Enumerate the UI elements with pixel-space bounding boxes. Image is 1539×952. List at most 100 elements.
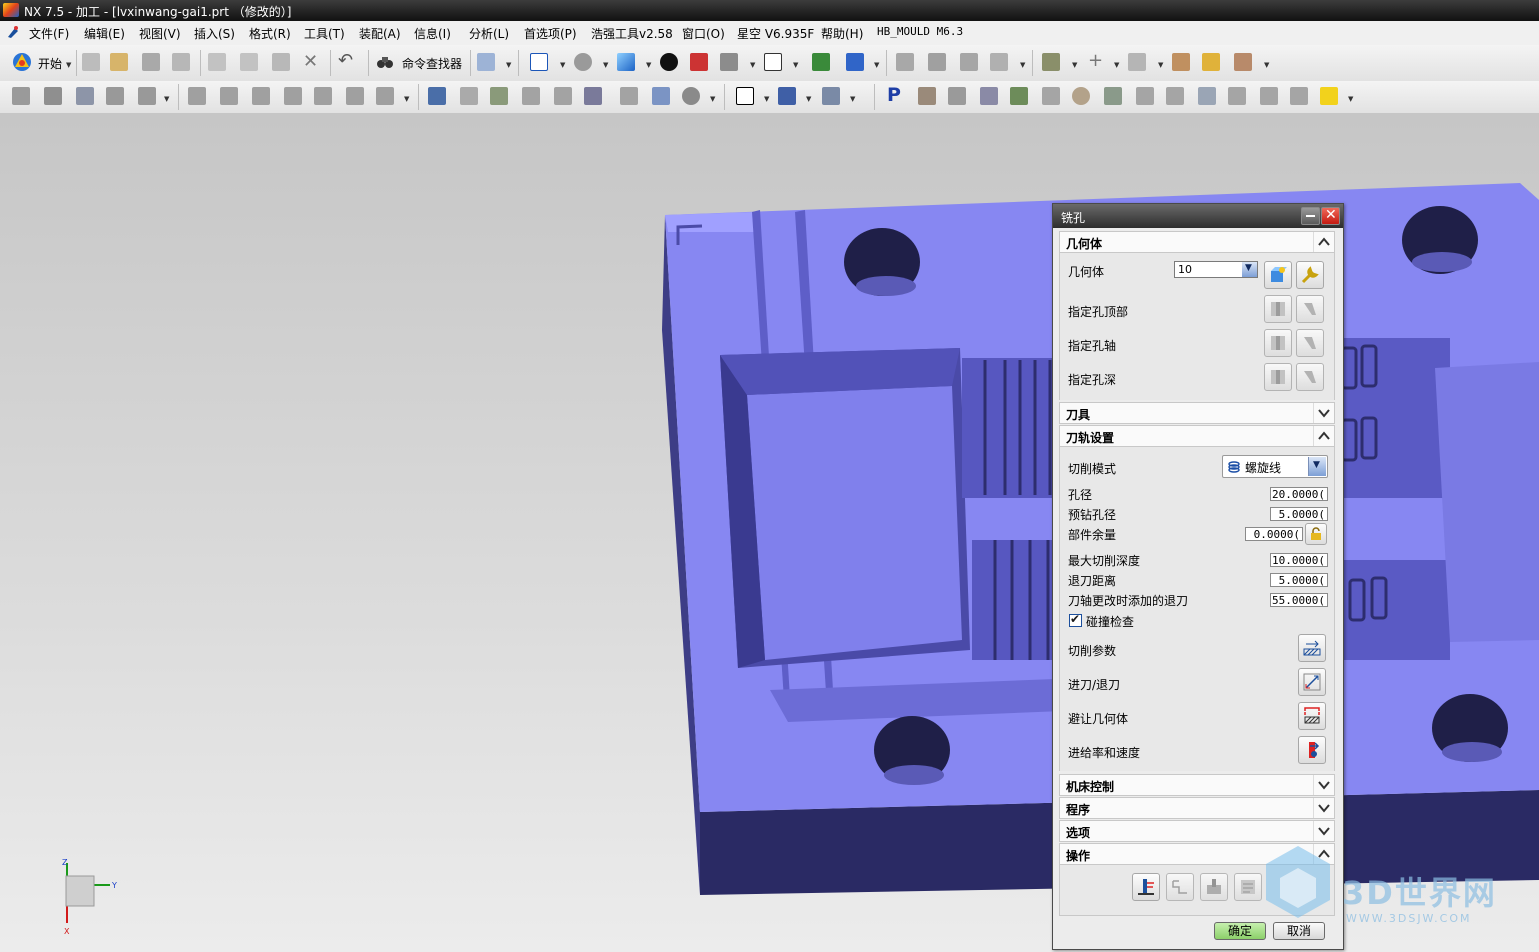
specify-hole-depth-button[interactable] bbox=[1264, 363, 1292, 391]
select-icon[interactable] bbox=[822, 87, 840, 105]
display-hole-axis-button[interactable] bbox=[1296, 329, 1324, 357]
specify-hole-axis-button[interactable] bbox=[1264, 329, 1292, 357]
geometry-select[interactable]: 10 ▼ bbox=[1174, 261, 1258, 278]
dropdown-icon[interactable]: ▼ bbox=[710, 95, 715, 103]
max-cut-depth-input[interactable]: 10.0000( bbox=[1270, 553, 1328, 567]
tool-icon[interactable] bbox=[1042, 53, 1060, 71]
avoid-geometry-button[interactable] bbox=[1298, 702, 1326, 730]
cut-icon[interactable] bbox=[208, 53, 226, 71]
expand-icon[interactable] bbox=[1313, 775, 1334, 795]
info-icon[interactable] bbox=[477, 53, 495, 71]
tool-icon[interactable] bbox=[960, 53, 978, 71]
post-nc-icon[interactable]: P bbox=[887, 84, 901, 106]
chevron-down-icon[interactable]: ▼ bbox=[1308, 457, 1326, 476]
tool-icon[interactable] bbox=[1010, 87, 1028, 105]
display-hole-top-button[interactable] bbox=[1296, 295, 1324, 323]
render-style-icon[interactable] bbox=[574, 53, 592, 71]
section-machine-header[interactable]: 机床控制 bbox=[1059, 774, 1335, 796]
operation-icon[interactable] bbox=[220, 87, 238, 105]
menu-hb-mould[interactable]: HB_MOULD M6.3 bbox=[877, 25, 963, 38]
retract-distance-input[interactable]: 5.0000( bbox=[1270, 573, 1328, 587]
operation-icon[interactable] bbox=[188, 87, 206, 105]
dropdown-icon[interactable]: ▼ bbox=[1020, 61, 1025, 69]
start-icon[interactable] bbox=[11, 51, 33, 73]
display-mode-icon[interactable] bbox=[660, 53, 678, 71]
tool-icon[interactable] bbox=[1320, 87, 1338, 105]
generate-path-icon[interactable] bbox=[428, 87, 446, 105]
dropdown-icon[interactable]: ▼ bbox=[560, 61, 565, 69]
edit-geometry-button[interactable] bbox=[1296, 261, 1324, 289]
ok-button[interactable]: 确定 bbox=[1214, 922, 1266, 940]
tool-icon[interactable] bbox=[1202, 53, 1220, 71]
copy-icon[interactable] bbox=[240, 53, 258, 71]
generate-button[interactable] bbox=[1132, 873, 1160, 901]
menu-tools[interactable]: 工具(T) bbox=[304, 25, 345, 42]
feeds-speeds-button[interactable] bbox=[1298, 736, 1326, 764]
collapse-icon[interactable] bbox=[1313, 232, 1334, 252]
tool-icon[interactable] bbox=[1228, 87, 1246, 105]
tool-icon[interactable] bbox=[948, 87, 966, 105]
dropdown-icon[interactable]: ▼ bbox=[850, 95, 855, 103]
menu-insert[interactable]: 插入(S) bbox=[194, 25, 235, 42]
menu-analysis[interactable]: 分析(L) bbox=[469, 25, 509, 42]
tool-icon[interactable] bbox=[1042, 87, 1060, 105]
tool-icon[interactable] bbox=[980, 87, 998, 105]
simulate-icon[interactable] bbox=[522, 87, 540, 105]
section-tool-header[interactable]: 刀具 bbox=[1059, 402, 1335, 424]
start-dropdown-icon[interactable]: ▼ bbox=[66, 61, 71, 69]
point-icon[interactable]: + bbox=[1088, 50, 1103, 71]
undo-icon[interactable]: ↶ bbox=[338, 50, 353, 71]
tool-icon[interactable] bbox=[1136, 87, 1154, 105]
tool-icon[interactable] bbox=[1166, 87, 1184, 105]
menu-window[interactable]: 窗口(O) bbox=[682, 25, 725, 42]
start-menu-button[interactable]: 开始 bbox=[38, 55, 62, 72]
tool-icon[interactable] bbox=[1172, 53, 1190, 71]
dropdown-icon[interactable]: ▼ bbox=[874, 61, 879, 69]
axis-change-retract-input[interactable]: 55.0000( bbox=[1270, 593, 1328, 607]
operation-icon[interactable] bbox=[682, 87, 700, 105]
select-icon[interactable] bbox=[778, 87, 796, 105]
dropdown-icon[interactable]: ▼ bbox=[1264, 61, 1269, 69]
open-folder-icon[interactable] bbox=[110, 53, 128, 71]
operation-icon[interactable] bbox=[314, 87, 332, 105]
tool-icon[interactable] bbox=[896, 53, 914, 71]
hide-icon[interactable] bbox=[720, 53, 738, 71]
measure-icon[interactable] bbox=[1128, 53, 1146, 71]
shaded-cube-icon[interactable] bbox=[617, 53, 635, 71]
specify-hole-top-button[interactable] bbox=[1264, 295, 1292, 323]
new-geometry-button[interactable] bbox=[1264, 261, 1292, 289]
section-view-icon[interactable] bbox=[690, 53, 708, 71]
replay-icon[interactable] bbox=[460, 87, 478, 105]
chevron-down-icon[interactable]: ▼ bbox=[1242, 262, 1257, 277]
engage-retract-button[interactable] bbox=[1298, 668, 1326, 696]
dialog-title-bar[interactable]: 铣孔 ✕ bbox=[1053, 204, 1343, 228]
tool-icon[interactable] bbox=[1072, 87, 1090, 105]
dropdown-icon[interactable]: ▼ bbox=[506, 61, 511, 69]
cancel-button[interactable]: 取消 bbox=[1273, 922, 1325, 940]
collapse-icon[interactable] bbox=[1313, 426, 1334, 446]
dropdown-icon[interactable]: ▼ bbox=[793, 61, 798, 69]
hole-diameter-input[interactable]: 20.0000( bbox=[1270, 487, 1328, 501]
predrill-diameter-input[interactable]: 5.0000( bbox=[1270, 507, 1328, 521]
new-file-icon[interactable] bbox=[82, 53, 100, 71]
tool-icon[interactable] bbox=[990, 53, 1008, 71]
operation-icon[interactable] bbox=[12, 87, 30, 105]
wcs-icon[interactable] bbox=[812, 53, 830, 71]
background-icon[interactable] bbox=[764, 53, 782, 71]
tool-icon[interactable] bbox=[1260, 87, 1278, 105]
operation-icon[interactable] bbox=[76, 87, 94, 105]
operation-icon[interactable] bbox=[284, 87, 302, 105]
replay-button[interactable] bbox=[1166, 873, 1194, 901]
display-hole-depth-button[interactable] bbox=[1296, 363, 1324, 391]
dropdown-icon[interactable]: ▼ bbox=[1114, 61, 1119, 69]
collision-check-checkbox[interactable]: ✔ bbox=[1069, 612, 1082, 627]
dropdown-icon[interactable]: ▼ bbox=[646, 61, 651, 69]
verify-button[interactable] bbox=[1200, 873, 1228, 901]
expand-icon[interactable] bbox=[1313, 821, 1334, 841]
menu-preferences[interactable]: 首选项(P) bbox=[524, 25, 577, 42]
cut-params-button[interactable] bbox=[1298, 634, 1326, 662]
operation-icon[interactable] bbox=[652, 87, 670, 105]
dropdown-icon[interactable]: ▼ bbox=[1348, 95, 1353, 103]
operation-icon[interactable] bbox=[346, 87, 364, 105]
cut-mode-select[interactable]: 螺旋线 ▼ bbox=[1222, 455, 1328, 478]
